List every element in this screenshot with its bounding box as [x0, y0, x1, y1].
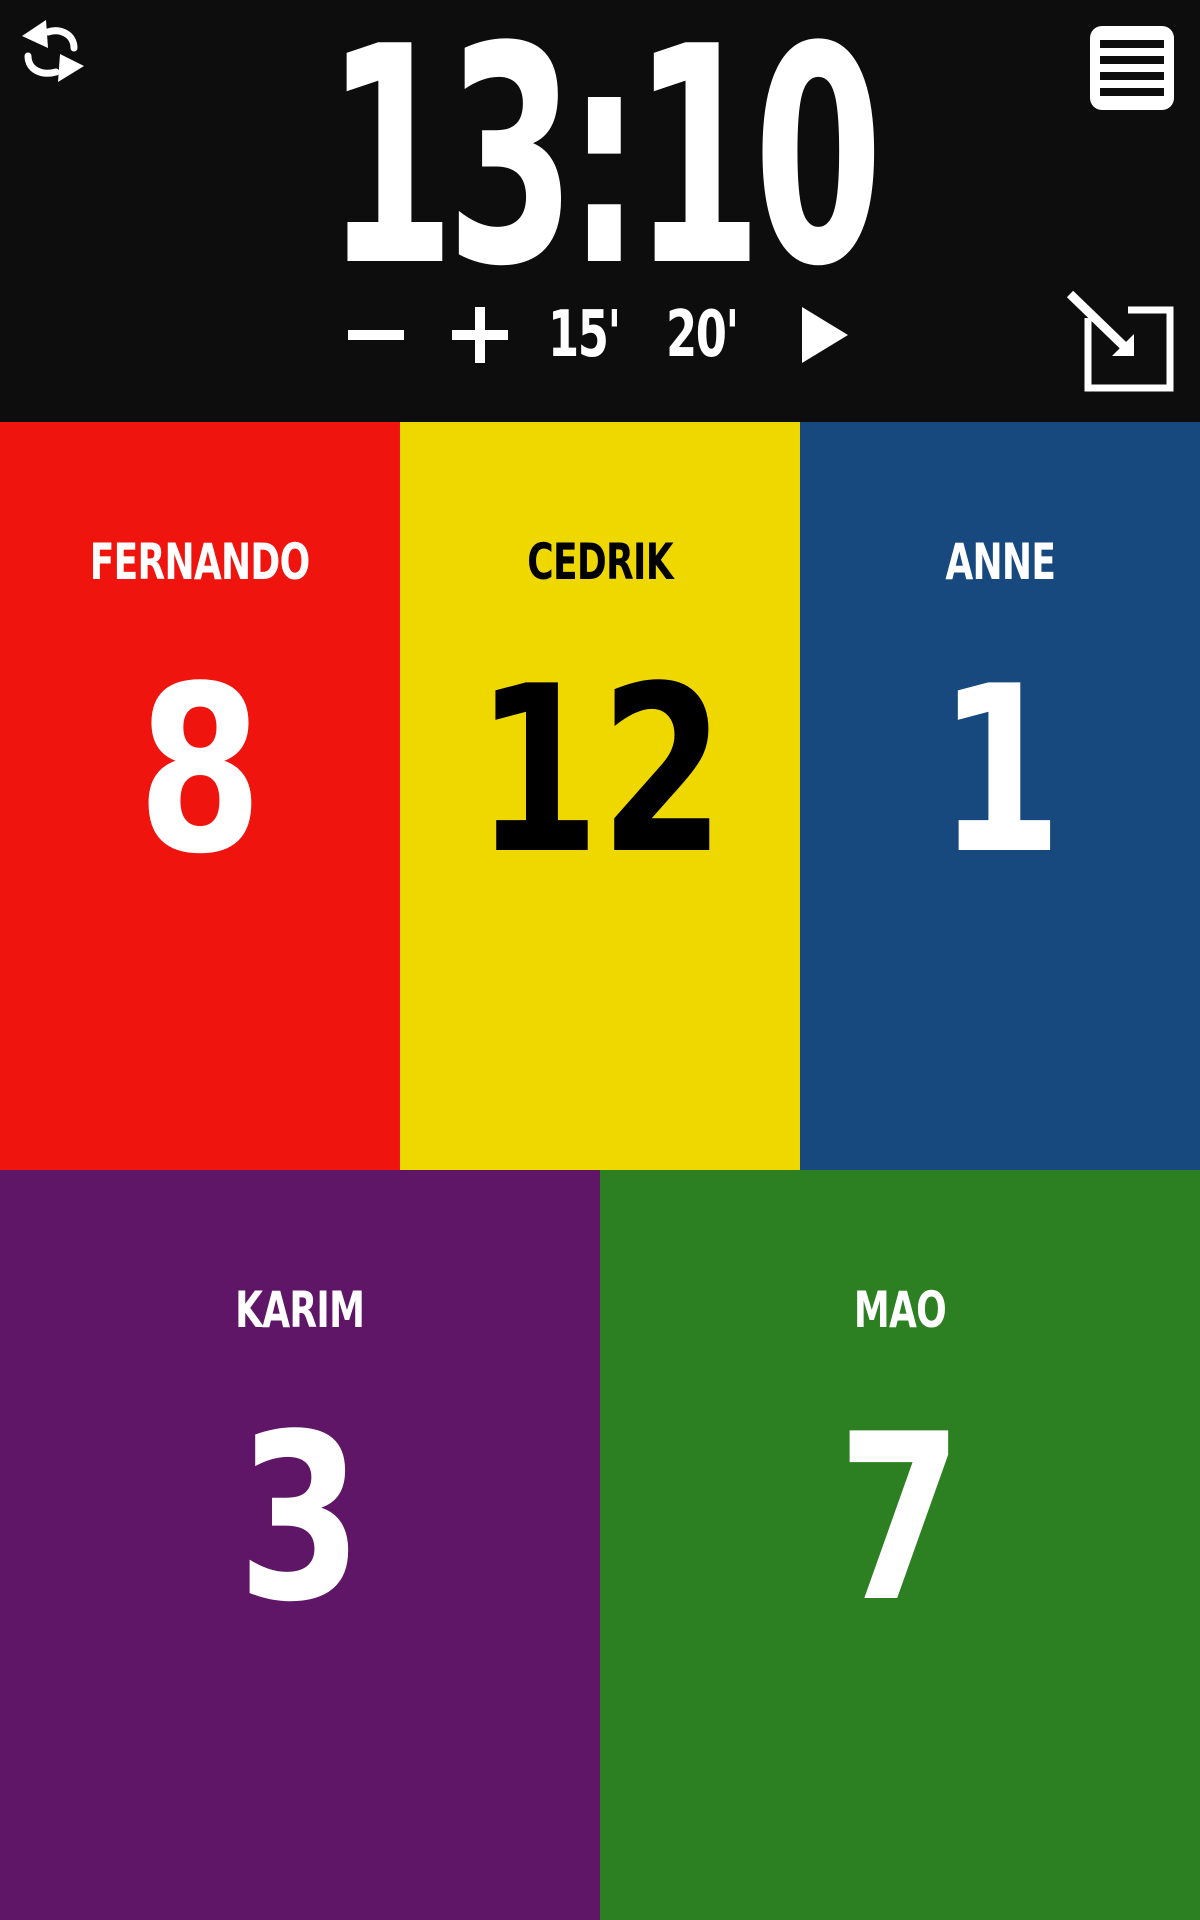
- countdown-timer[interactable]: 13:10: [228, 8, 972, 308]
- player-tile-4[interactable]: KARIM 3: [0, 1170, 600, 1920]
- player-tile-3[interactable]: ANNE 1: [800, 422, 1200, 1170]
- player-name: MAO: [853, 1281, 947, 1339]
- player-score[interactable]: 1: [800, 657, 1200, 887]
- player-score[interactable]: 7: [600, 1405, 1200, 1635]
- player-tile-2[interactable]: CEDRIK 12: [400, 422, 800, 1170]
- play-icon[interactable]: [800, 290, 860, 380]
- player-name: KARIM: [235, 1281, 365, 1339]
- player-score[interactable]: 8: [0, 657, 400, 887]
- player-name: FERNANDO: [90, 533, 310, 591]
- preset-15-button[interactable]: 15': [548, 290, 621, 380]
- player-tile-1[interactable]: FERNANDO 8: [0, 422, 400, 1170]
- player-tile-5[interactable]: MAO 7: [600, 1170, 1200, 1920]
- plus-icon[interactable]: [452, 290, 508, 380]
- preset-20-button[interactable]: 20': [666, 290, 743, 380]
- menu-icon[interactable]: [1088, 24, 1176, 112]
- expand-icon[interactable]: [1064, 288, 1176, 394]
- player-name: ANNE: [945, 533, 1056, 591]
- player-score[interactable]: 3: [0, 1405, 600, 1635]
- player-name: CEDRIK: [527, 533, 673, 591]
- minus-icon[interactable]: [348, 290, 404, 380]
- timer-controls: 15' 20': [330, 290, 870, 380]
- sync-arrows-icon[interactable]: [18, 18, 88, 84]
- player-score[interactable]: 12: [400, 657, 800, 887]
- timer-header: 13:10 15' 20': [0, 0, 1200, 422]
